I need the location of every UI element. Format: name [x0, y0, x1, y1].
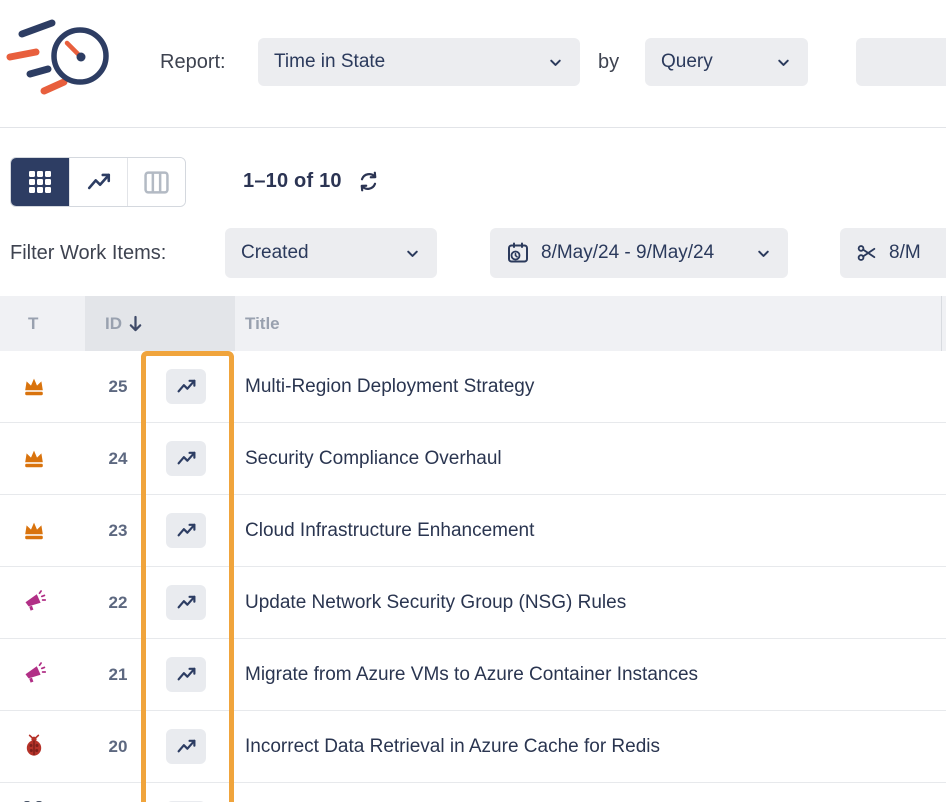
calendar-clock-icon: [506, 241, 530, 265]
column-header-title[interactable]: Title: [245, 296, 280, 351]
bug-icon: [22, 734, 46, 758]
secondary-dropdown-clipped[interactable]: [856, 38, 946, 86]
refresh-button[interactable]: [357, 170, 380, 193]
view-switcher: [10, 157, 186, 207]
scissors-icon: [856, 242, 878, 264]
open-item-chart-button[interactable]: [166, 441, 206, 476]
work-item-id: 21: [96, 639, 140, 710]
crown-icon: [22, 374, 46, 398]
work-item-row[interactable]: 23 Cloud Infrastructure Enhancement: [0, 495, 946, 567]
work-item-row[interactable]: 21 Migrate from Azure VMs to Azure Conta…: [0, 639, 946, 711]
crown-icon: [22, 446, 46, 470]
report-label: Report:: [160, 38, 226, 86]
open-item-chart-button[interactable]: [166, 585, 206, 620]
megaphone-icon: [22, 662, 46, 686]
work-item-title: Incorrect Data Retrieval in Azure Cache …: [245, 711, 660, 782]
work-item-title: Cloud Infrastructure Enhancement: [245, 495, 534, 566]
filter-field-dropdown[interactable]: Created: [225, 228, 437, 278]
pagination-count: 1–10 of 10: [243, 170, 342, 193]
chevron-down-icon: [404, 245, 421, 262]
filter-field-value: Created: [241, 242, 309, 264]
line-chart-icon: [176, 592, 197, 613]
work-item-row[interactable]: 22 Update Network Security Group (NSG) R…: [0, 567, 946, 639]
work-item-row[interactable]: 25 Multi-Region Deployment Strategy: [0, 351, 946, 423]
work-item-row[interactable]: [0, 783, 946, 802]
pagination-area: 1–10 of 10: [243, 157, 380, 205]
filter-label: Filter Work Items:: [10, 228, 166, 278]
work-item-type-cell: [22, 446, 46, 470]
board-icon: [144, 171, 169, 194]
exclude-range-dropdown-clipped[interactable]: 8/M: [840, 228, 946, 278]
header-divider: [0, 127, 946, 128]
work-item-type-cell: [22, 590, 46, 614]
chevron-down-icon: [775, 54, 792, 71]
exclude-range-value: 8/M: [889, 242, 921, 264]
line-chart-icon: [86, 169, 112, 195]
table-body: 25 Multi-Region Deployment Strategy: [0, 351, 946, 802]
work-item-row[interactable]: 20 Incorrect Data Retrieval in Azure Cac…: [0, 711, 946, 783]
open-item-chart-button[interactable]: [166, 513, 206, 548]
work-item-type-cell: [22, 374, 46, 398]
work-item-id: 25: [96, 351, 140, 422]
work-item-id: 22: [96, 567, 140, 638]
by-label: by: [598, 38, 619, 86]
chart-view-button[interactable]: [69, 158, 127, 206]
column-header-id[interactable]: ID: [105, 296, 143, 351]
date-range-value: 8/May/24 - 9/May/24: [541, 242, 714, 264]
chevron-down-icon: [547, 54, 564, 71]
work-item-title: Multi-Region Deployment Strategy: [245, 351, 534, 422]
chevron-down-icon: [755, 245, 772, 262]
grid-icon: [29, 171, 51, 193]
work-item-id: 20: [96, 711, 140, 782]
report-page: Report: Time in State by Query: [0, 0, 946, 802]
crown-icon: [22, 518, 46, 542]
work-item-type-cell: [22, 734, 46, 758]
date-range-dropdown[interactable]: 8/May/24 - 9/May/24: [490, 228, 788, 278]
report-type-dropdown[interactable]: Time in State: [258, 38, 580, 86]
line-chart-icon: [176, 448, 197, 469]
group-by-dropdown[interactable]: Query: [645, 38, 808, 86]
work-item-id: 23: [96, 495, 140, 566]
grid-view-button[interactable]: [11, 158, 69, 206]
app-logo comet-logo-icon: [6, 4, 126, 110]
report-type-value: Time in State: [274, 51, 385, 73]
column-header-type[interactable]: T: [28, 296, 38, 351]
sort-arrow-down-icon: [128, 315, 143, 332]
line-chart-icon: [176, 520, 197, 541]
board-view-button[interactable]: [127, 158, 185, 206]
line-chart-icon: [176, 664, 197, 685]
group-by-value: Query: [661, 51, 713, 73]
column-divider: [941, 296, 942, 351]
work-item-id: 24: [96, 423, 140, 494]
line-chart-icon: [176, 736, 197, 757]
work-item-title: Security Compliance Overhaul: [245, 423, 502, 494]
open-item-chart-button[interactable]: [166, 369, 206, 404]
line-chart-icon: [176, 376, 197, 397]
open-item-chart-button[interactable]: [166, 657, 206, 692]
table-header: T ID Title: [0, 296, 946, 351]
work-item-title: Migrate from Azure VMs to Azure Containe…: [245, 639, 698, 710]
megaphone-icon: [22, 590, 46, 614]
work-item-type-cell: [22, 662, 46, 686]
open-item-chart-button[interactable]: [166, 729, 206, 764]
refresh-icon: [357, 170, 380, 193]
work-item-type-cell: [22, 518, 46, 542]
work-item-title: Update Network Security Group (NSG) Rule…: [245, 567, 626, 638]
work-item-row[interactable]: 24 Security Compliance Overhaul: [0, 423, 946, 495]
